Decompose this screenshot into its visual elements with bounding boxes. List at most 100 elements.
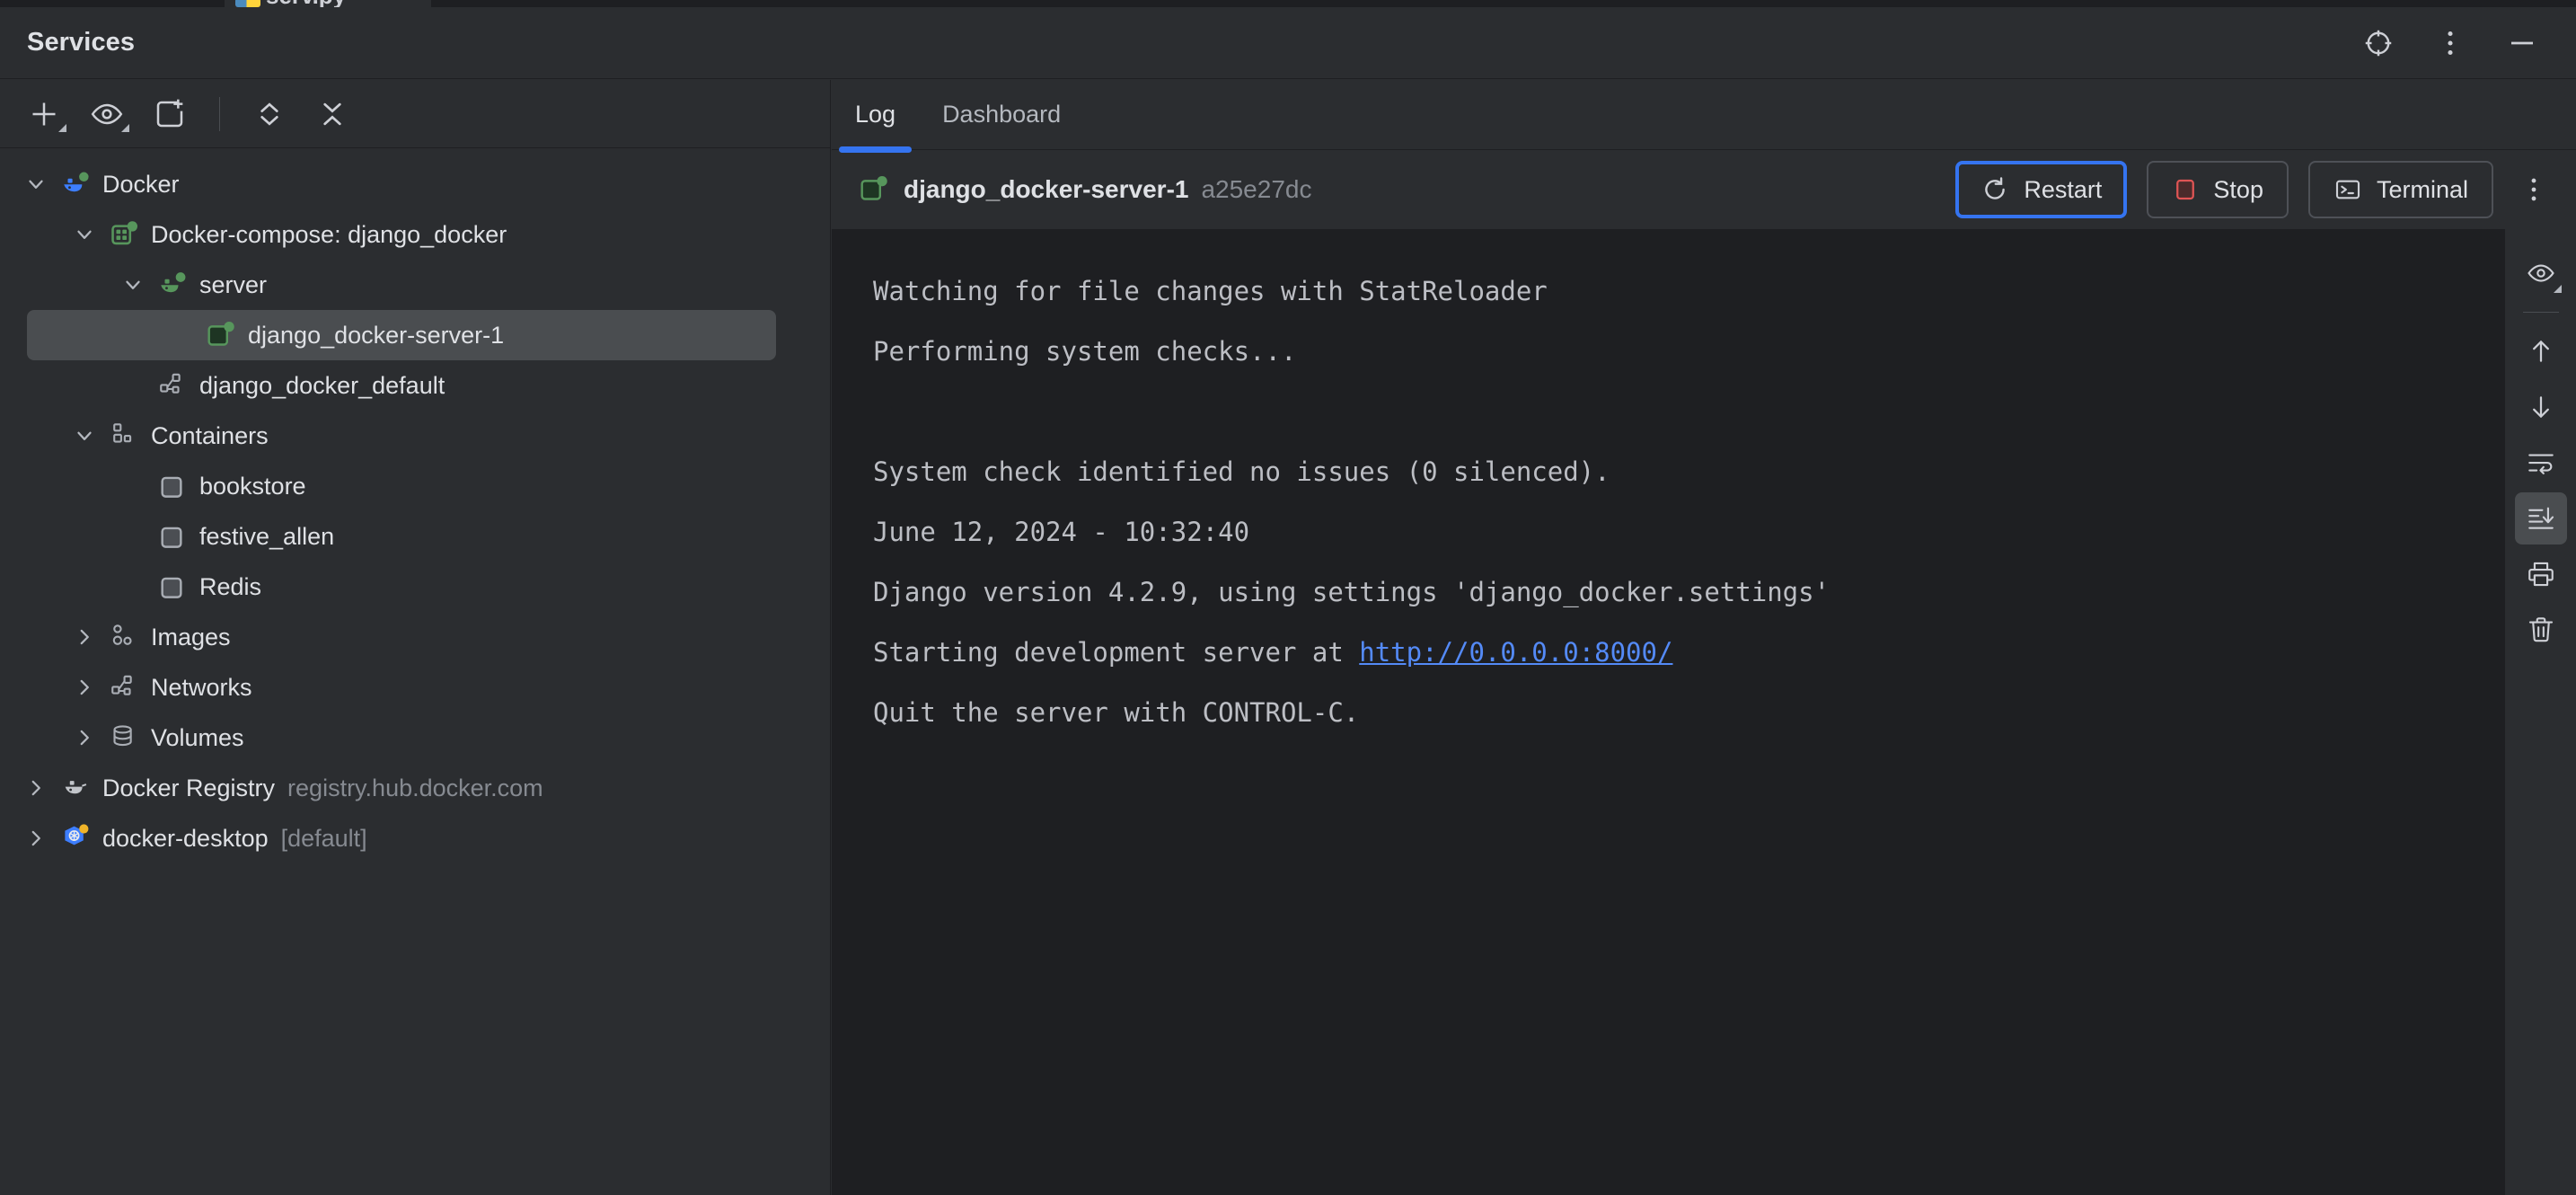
stop-square-icon	[2172, 176, 2199, 203]
collapse-all-button[interactable]	[304, 90, 360, 138]
tool-window-header: Services	[0, 7, 2576, 79]
tree-twisty-right-icon[interactable]	[65, 617, 104, 657]
terminal-button-label: Terminal	[2376, 175, 2468, 203]
scroll-to-end-button[interactable]	[2514, 492, 2567, 544]
log-line-text: Starting development server at	[873, 637, 1360, 668]
compose-running-icon	[104, 215, 144, 254]
tree-node-label: docker-desktop	[102, 824, 269, 852]
detail-tabs: Log Dashboard	[832, 80, 2576, 153]
arrow-down-icon	[2526, 392, 2556, 422]
tree-node-django-docker-default[interactable]: django_docker_default	[0, 360, 830, 411]
console-toolbar-divider	[2522, 312, 2559, 313]
restart-button[interactable]: Restart	[1955, 161, 2128, 218]
images-icon	[104, 617, 144, 657]
tree-node-networks[interactable]: Networks	[0, 662, 830, 713]
tree-node-secondary-label: registry.hub.docker.com	[287, 774, 543, 801]
container-name: django_docker-server-1	[904, 175, 1189, 203]
tree-node-django-docker-server-1[interactable]: django_docker-server-1	[27, 310, 776, 360]
filter-view-button[interactable]	[79, 90, 135, 138]
dropdown-caret-icon	[58, 123, 66, 132]
soft-wrap-icon	[2526, 447, 2556, 478]
print-button[interactable]	[2515, 548, 2567, 600]
previous-occurrence-button[interactable]	[2515, 325, 2567, 377]
tree-node-server[interactable]: server	[0, 260, 830, 310]
container-stopped-icon	[153, 466, 192, 506]
tree-node-festive-allen[interactable]: festive_allen	[0, 511, 830, 562]
tree-node-docker[interactable]: Docker	[0, 159, 830, 209]
tab-log[interactable]: Log	[832, 80, 919, 153]
add-service-button[interactable]	[16, 90, 72, 138]
page-title: Services	[27, 28, 136, 57]
tree-node-label: bookstore	[199, 472, 306, 500]
log-console[interactable]: Watching for file changes with StatReloa…	[832, 229, 2504, 1195]
expand-all-button[interactable]	[242, 90, 297, 138]
container-stopped-icon	[153, 517, 192, 556]
tree-node-containers[interactable]: Containers	[0, 411, 830, 461]
tree-node-bookstore[interactable]: bookstore	[0, 461, 830, 511]
terminal-button[interactable]: Terminal	[2307, 161, 2493, 218]
new-tab-button[interactable]	[142, 90, 198, 138]
tree-twisty-down-icon[interactable]	[113, 265, 153, 305]
container-header: django_docker-server-1 a25e27dc Restart	[832, 150, 2576, 229]
tool-window-actions	[2359, 23, 2576, 63]
tree-node-label: Networks	[151, 673, 252, 701]
stop-button[interactable]: Stop	[2147, 161, 2289, 218]
eye-icon	[2526, 258, 2556, 288]
container-running-icon	[201, 315, 241, 355]
tree-node-label: django_docker_default	[199, 371, 446, 399]
container-more-icon[interactable]	[2513, 161, 2554, 218]
editor-tabs-sliver: serv.py	[0, 0, 2576, 7]
tree-node-label: festive_allen	[199, 522, 335, 550]
tree-node-label: Redis	[199, 572, 262, 600]
filter-console-button[interactable]	[2515, 247, 2567, 299]
tree-node-label: server	[199, 270, 268, 298]
tree-twisty-right-icon[interactable]	[16, 768, 56, 808]
python-file-icon	[235, 0, 260, 7]
tree-node-redis[interactable]: Redis	[0, 562, 830, 612]
container-stopped-icon	[153, 567, 192, 606]
container-id: a25e27dc	[1201, 175, 1312, 203]
tree-node-docker-compose[interactable]: Docker-compose: django_docker	[0, 209, 830, 260]
services-tool-window: serv.py Services	[0, 0, 2576, 1195]
tree-node-docker-desktop[interactable]: docker-desktop [default]	[0, 813, 830, 863]
tree-node-label: Containers	[151, 421, 269, 449]
log-link[interactable]: http://0.0.0.0:8000/	[1359, 637, 1672, 668]
log-line-text: Performing system checks...	[873, 336, 1297, 367]
tree-node-secondary-label: [default]	[280, 824, 367, 852]
tree-twisty-down-icon[interactable]	[65, 416, 104, 456]
docker-whale-running-icon	[56, 164, 95, 204]
network-icon	[104, 668, 144, 707]
editor-tab-label: serv.py	[266, 0, 346, 7]
tree-node-docker-registry[interactable]: Docker Registry registry.hub.docker.com	[0, 763, 830, 813]
tree-twisty-right-icon[interactable]	[65, 668, 104, 707]
tree-twisty-down-icon[interactable]	[65, 215, 104, 254]
tree-twisty-down-icon[interactable]	[16, 164, 56, 204]
minimize-icon[interactable]	[2502, 23, 2542, 63]
console-area: Watching for file changes with StatReloa…	[832, 229, 2576, 1195]
soft-wrap-button[interactable]	[2515, 437, 2567, 489]
tree-twisty-right-icon[interactable]	[65, 718, 104, 757]
service-running-icon	[153, 265, 192, 305]
services-toolbar	[0, 80, 830, 148]
docker-registry-icon	[56, 768, 95, 808]
tab-dashboard[interactable]: Dashboard	[919, 80, 1084, 149]
next-occurrence-button[interactable]	[2515, 381, 2567, 433]
tree-node-images[interactable]: Images	[0, 612, 830, 662]
tree-node-volumes[interactable]: Volumes	[0, 713, 830, 763]
log-line-text: Django version 4.2.9, using settings 'dj…	[873, 577, 1831, 607]
print-icon	[2526, 559, 2556, 589]
stop-button-label: Stop	[2213, 175, 2263, 203]
container-actions: Restart Stop Terminal	[1955, 161, 2554, 218]
container-running-icon	[859, 174, 889, 205]
services-tree[interactable]: Docker Docker-compose: django_dockerserve…	[0, 148, 830, 863]
log-line-text: System check identified no issues (0 sil…	[873, 456, 1610, 487]
log-line: System check identified no issues (0 sil…	[873, 442, 2504, 502]
clear-all-button[interactable]	[2515, 604, 2567, 656]
more-options-icon[interactable]	[2430, 23, 2470, 63]
tree-twisty-right-icon[interactable]	[16, 819, 56, 858]
restart-icon	[1981, 175, 2009, 204]
locate-target-icon[interactable]	[2359, 23, 2398, 63]
editor-tab[interactable]: serv.py	[225, 0, 431, 7]
